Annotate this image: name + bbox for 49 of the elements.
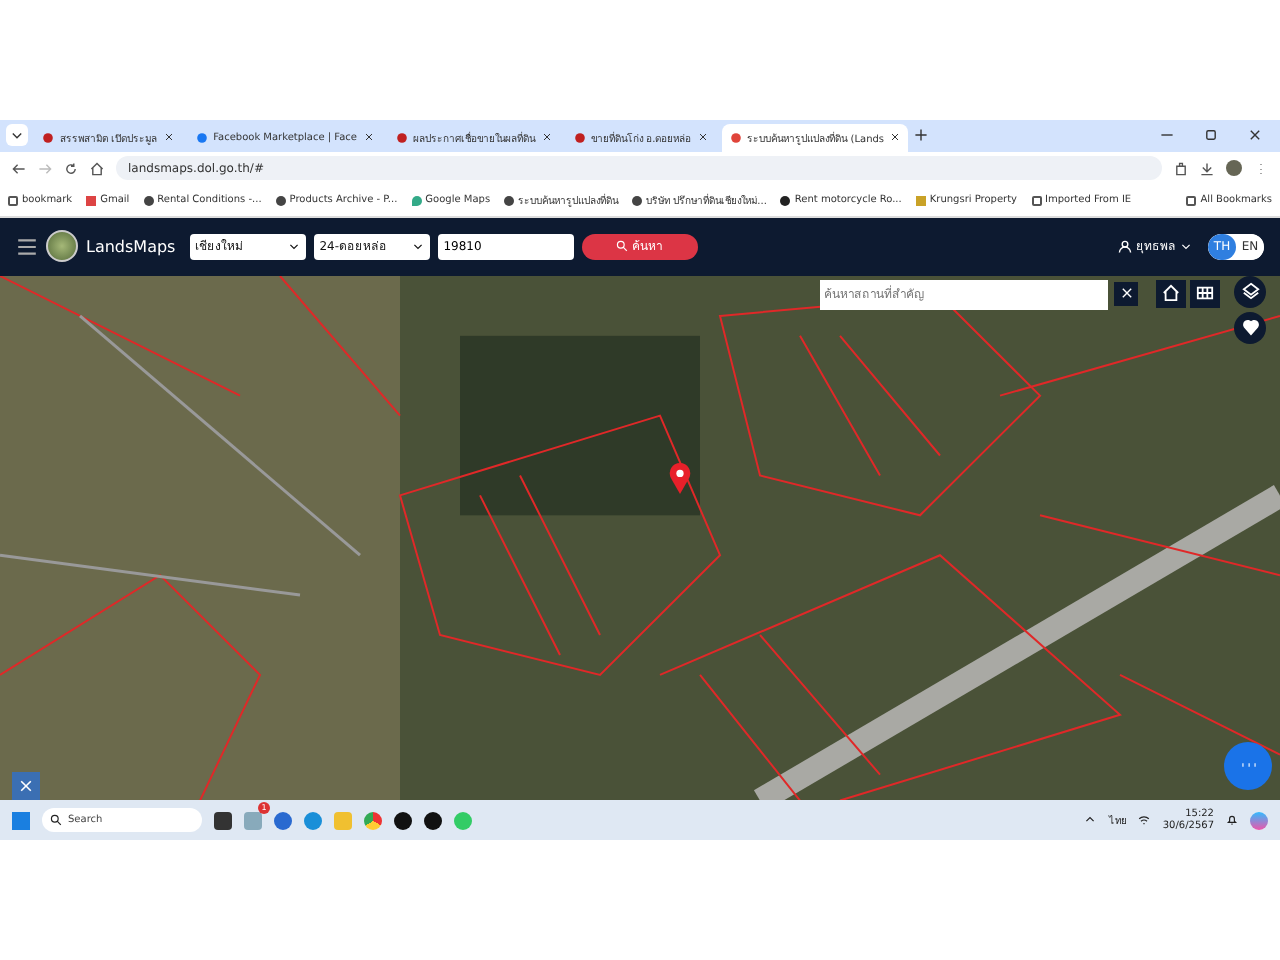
close-icon[interactable] — [163, 132, 174, 143]
pin-icon — [729, 131, 742, 144]
wifi-icon[interactable] — [1138, 814, 1151, 827]
browser-icon[interactable] — [304, 811, 322, 830]
site-icon — [195, 131, 208, 144]
reload-icon[interactable] — [64, 161, 78, 176]
copilot-icon[interactable] — [1250, 811, 1268, 830]
grid-icon — [1196, 284, 1214, 303]
chevron-icon — [287, 240, 300, 253]
home-icon[interactable] — [90, 161, 104, 176]
location-pin-icon — [668, 461, 692, 494]
close-button[interactable] — [1114, 281, 1138, 306]
chevron-icon — [411, 240, 424, 253]
grid-button[interactable] — [1190, 279, 1220, 308]
close-icon[interactable] — [363, 132, 373, 143]
home-button[interactable] — [1156, 279, 1186, 308]
search-icon — [50, 814, 62, 827]
windows-icon[interactable] — [12, 811, 30, 830]
chevron-icon — [10, 128, 24, 143]
profile-avatar[interactable] — [1226, 160, 1242, 177]
close-icon[interactable] — [697, 132, 708, 143]
task-view-icon[interactable] — [214, 811, 232, 830]
chevron-icon — [1180, 240, 1192, 253]
user-icon — [1118, 239, 1132, 254]
new-tab-icon[interactable] — [914, 128, 929, 143]
cross-icon — [18, 777, 34, 794]
close-icon[interactable] — [890, 132, 901, 143]
home-icon — [1162, 284, 1180, 303]
restore-icon[interactable] — [1204, 128, 1218, 143]
bell-icon[interactable] — [1226, 814, 1238, 827]
layers-icon — [1241, 282, 1259, 301]
heart-icon — [1241, 318, 1259, 337]
download-icon[interactable] — [1200, 161, 1214, 176]
close-icon[interactable] — [1248, 128, 1262, 143]
site-icon — [42, 131, 54, 144]
tab-search-button[interactable] — [6, 124, 28, 147]
menu-icon[interactable] — [16, 235, 38, 258]
close-icon — [1119, 286, 1133, 301]
search-icon — [616, 240, 629, 253]
back-icon[interactable] — [12, 161, 26, 176]
brand-name: LandsMaps — [86, 237, 176, 256]
site-icon — [395, 131, 407, 144]
browser-icon[interactable] — [364, 811, 382, 830]
site-icon — [573, 131, 585, 144]
chevron-icon[interactable] — [1084, 814, 1097, 827]
extensions-icon[interactable] — [1174, 161, 1188, 176]
close-icon[interactable] — [541, 132, 551, 143]
tool-button[interactable] — [12, 771, 40, 800]
logo-icon — [46, 230, 78, 263]
